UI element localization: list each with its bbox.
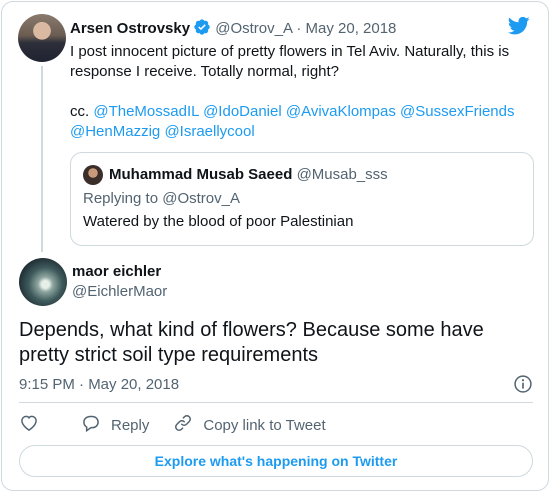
quoted-tweet[interactable]: Muhammad Musab Saeed @Musab_sss Replying…: [70, 152, 534, 246]
avatar[interactable]: [18, 14, 66, 62]
twitter-logo-icon[interactable]: [507, 16, 530, 41]
parent-tweet-cc: cc. @TheMossadIL @IdoDaniel @AvivaKlompa…: [70, 102, 530, 142]
copy-link-button[interactable]: Copy link to Tweet: [173, 413, 326, 437]
tweet-embed-card: Arsen Ostrovsky @Ostrov_A · May 20, 2018…: [1, 1, 549, 491]
quoted-tweet-text: Watered by the blood of poor Palestinian: [83, 213, 354, 230]
avatar[interactable]: [83, 165, 103, 185]
replying-to[interactable]: Replying to @Ostrov_A: [83, 189, 240, 209]
heart-icon: [19, 413, 49, 437]
action-bar: Reply Copy link to Tweet: [19, 413, 326, 437]
divider: [19, 402, 533, 403]
parent-tweet-body: I post innocent picture of pretty flower…: [70, 43, 510, 80]
verified-badge-icon: [193, 18, 211, 42]
parent-tweet-text: I post innocent picture of pretty flower…: [70, 42, 530, 142]
author-name[interactable]: maor eichler: [72, 262, 161, 282]
tweet-date[interactable]: May 20, 2018: [306, 20, 397, 37]
author-handle[interactable]: @Ostrov_A: [215, 20, 292, 37]
mention-link[interactable]: @IdoDaniel: [203, 103, 282, 120]
header-separator: ·: [296, 20, 302, 37]
info-icon[interactable]: [513, 374, 533, 399]
copy-link-label: Copy link to Tweet: [203, 416, 326, 434]
tweet-timestamp[interactable]: 9:15 PM · May 20, 2018: [19, 375, 179, 395]
like-button[interactable]: [19, 413, 49, 437]
quoted-tweet-header: Muhammad Musab Saeed @Musab_sss: [109, 165, 388, 185]
mention-link[interactable]: @AvivaKlompas: [286, 103, 396, 120]
explore-twitter-button[interactable]: Explore what's happening on Twitter: [19, 445, 533, 477]
mention-link[interactable]: @TheMossadIL: [93, 103, 199, 120]
author-handle[interactable]: @EichlerMaor: [72, 282, 167, 302]
author-name[interactable]: Arsen Ostrovsky: [70, 20, 190, 37]
reply-button[interactable]: Reply: [81, 413, 149, 437]
avatar[interactable]: [19, 258, 67, 306]
thread-line: [41, 66, 43, 252]
mention-link[interactable]: @SussexFriends: [400, 103, 514, 120]
mention-link[interactable]: @Israellycool: [164, 123, 254, 140]
main-tweet-text: Depends, what kind of flowers? Because s…: [19, 319, 484, 366]
cc-label: cc.: [70, 103, 90, 120]
author-handle[interactable]: @Musab_sss: [297, 166, 388, 183]
parent-tweet-header: Arsen Ostrovsky @Ostrov_A · May 20, 2018: [70, 18, 396, 42]
reply-icon: [81, 413, 111, 437]
author-name[interactable]: Muhammad Musab Saeed: [109, 166, 292, 183]
mention-link[interactable]: @HenMazzig: [70, 123, 160, 140]
link-icon: [173, 413, 203, 437]
reply-label: Reply: [111, 416, 150, 434]
